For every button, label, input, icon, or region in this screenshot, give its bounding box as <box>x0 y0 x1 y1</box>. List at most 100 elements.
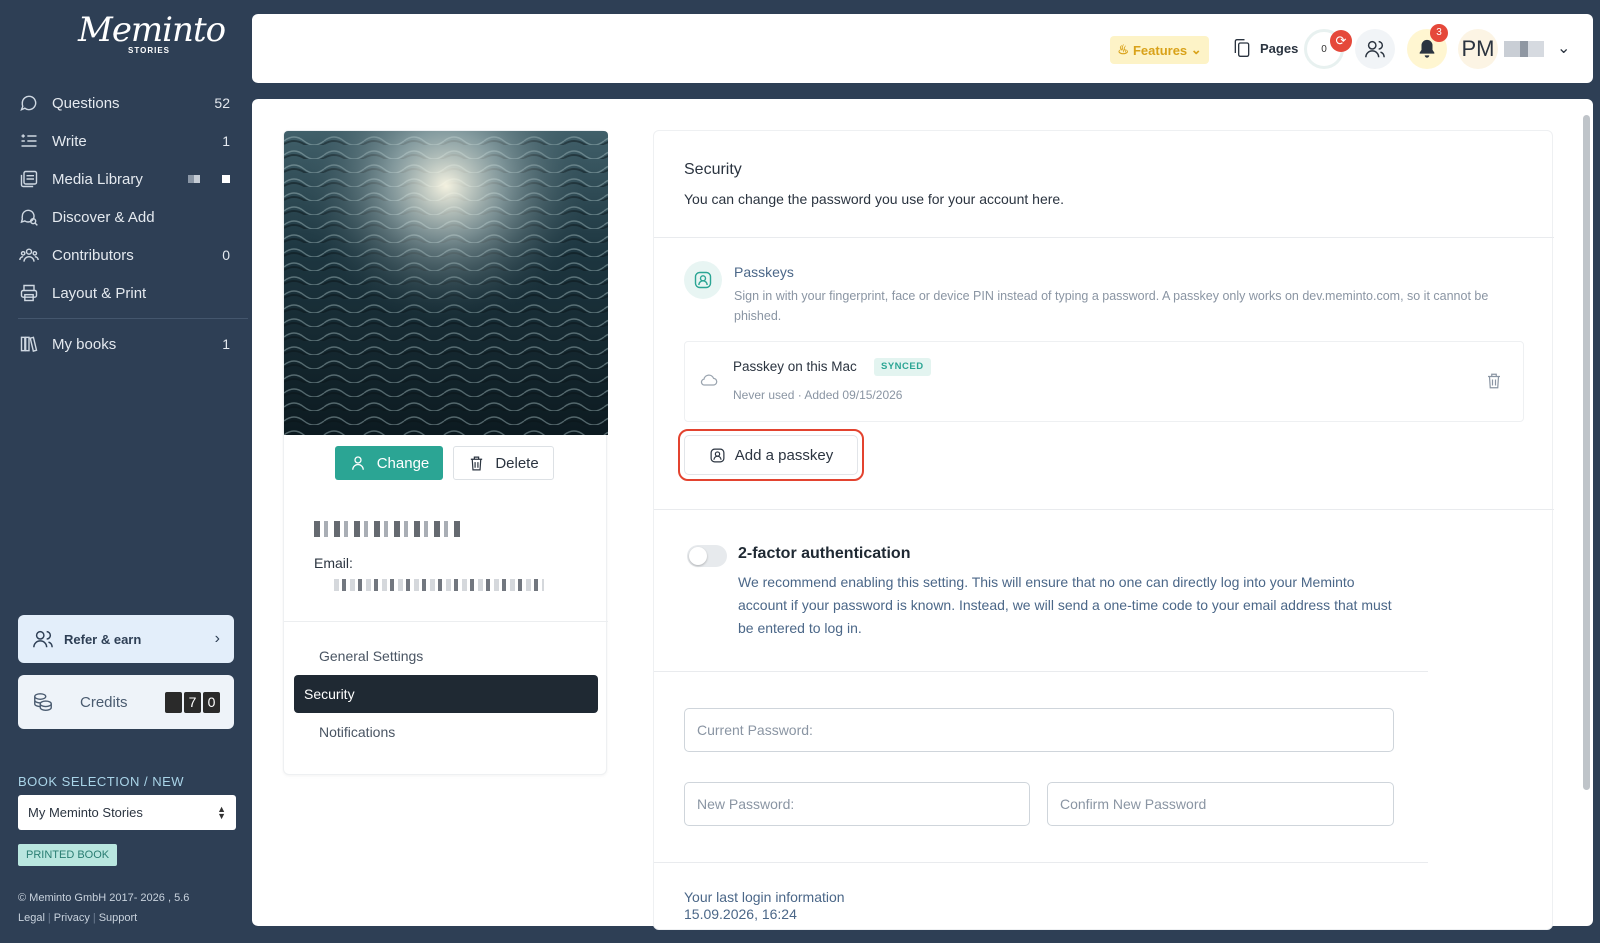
redacted-count <box>222 175 230 183</box>
support-link[interactable]: Support <box>99 912 138 924</box>
coins-icon <box>34 693 52 711</box>
sidebar-item-label: Questions <box>52 94 120 112</box>
pages-button[interactable]: Pages <box>1232 38 1298 58</box>
sidebar-item-count: 1 <box>222 336 230 352</box>
redacted-count <box>188 175 200 183</box>
sidebar-item-count: 52 <box>214 95 230 111</box>
scrollbar[interactable] <box>1583 115 1590 790</box>
sidebar-item-media-library[interactable]: Media Library <box>18 160 230 198</box>
redacted-username <box>1504 41 1544 57</box>
tab-notifications[interactable]: Notifications <box>294 713 598 751</box>
footer-links: Legal | Privacy | Support <box>18 912 138 924</box>
two-factor-toggle[interactable] <box>687 545 727 567</box>
contributors-icon <box>18 244 40 266</box>
sidebar-item-label: My books <box>52 335 117 353</box>
trash-icon <box>471 456 483 470</box>
divider <box>654 509 1554 510</box>
trash-icon[interactable] <box>1485 372 1503 395</box>
last-login: Your last login information 15.09.2026, … <box>684 889 845 923</box>
passkey-icon <box>710 448 725 462</box>
book-select-value: My Meminto Stories <box>28 805 143 820</box>
chat-question-icon <box>18 92 40 114</box>
top-bar: ♨ Features ⌄ Pages 0 ⟳ 3 PM ⌄ <box>252 14 1593 83</box>
print-icon <box>18 282 40 304</box>
book-select[interactable]: My Meminto Stories ▲ ▼ <box>18 795 236 830</box>
sidebar-item-label: Media Library <box>52 170 143 188</box>
add-passkey-button[interactable]: Add a passkey <box>678 429 864 481</box>
chevron-right-icon: › <box>214 630 220 647</box>
divider <box>654 862 1428 863</box>
avatar[interactable]: PM <box>1458 29 1498 69</box>
passkey-icon <box>684 261 722 299</box>
sidebar-item-layout-print[interactable]: Layout & Print <box>18 274 230 312</box>
sidebar-item-label: Discover & Add <box>52 208 155 226</box>
sidebar-item-count: 0 <box>222 247 230 263</box>
meminto-logo[interactable]: Meminto STORIES <box>78 10 226 58</box>
sidebar-item-write[interactable]: Write 1 <box>18 122 230 160</box>
settings-menu: General Settings Security Notifications <box>294 637 598 751</box>
refer-earn-button[interactable]: Refer & earn › <box>18 615 234 663</box>
sidebar-item-discover[interactable]: Discover & Add <box>18 198 230 236</box>
two-factor-title: 2-factor authentication <box>738 545 911 562</box>
users-icon <box>33 630 53 648</box>
contributors-button[interactable] <box>1355 29 1395 69</box>
profile-card: Change Delete Email: General Settings Se… <box>283 130 608 775</box>
credits-digit <box>165 691 182 713</box>
sidebar-item-questions[interactable]: Questions 52 <box>18 84 230 122</box>
sidebar-item-contributors[interactable]: Contributors 0 <box>18 236 230 274</box>
pages-icon <box>1234 39 1250 58</box>
printed-book-badge: PRINTED BOOK <box>18 844 118 866</box>
change-photo-button[interactable]: Change <box>335 446 443 480</box>
passkeys-title: Passkeys <box>734 264 794 280</box>
passkey-name: Passkey on this Mac <box>733 359 857 374</box>
passkey-entry: Passkey on this Mac SYNCED Never used · … <box>684 341 1524 422</box>
divider <box>654 237 1554 238</box>
logo-sub: STORIES <box>128 46 170 55</box>
sync-icon[interactable]: ⟳ <box>1330 30 1352 52</box>
books-icon <box>18 333 40 355</box>
last-login-label: Your last login information <box>684 889 845 905</box>
privacy-link[interactable]: Privacy <box>54 912 90 924</box>
profile-photo <box>284 131 608 435</box>
sidebar-item-label: Layout & Print <box>52 284 147 302</box>
write-icon <box>18 130 40 152</box>
discover-icon <box>18 206 40 228</box>
avatar-initials: PM <box>1461 36 1495 61</box>
divider <box>654 671 1428 672</box>
user-icon <box>351 456 364 470</box>
refer-earn-label: Refer & earn <box>64 631 142 647</box>
sidebar-item-count: 1 <box>222 133 230 149</box>
email-label: Email: <box>314 555 353 571</box>
current-password-input[interactable] <box>684 708 1394 752</box>
tab-security[interactable]: Security <box>294 675 598 713</box>
chevron-down-icon[interactable]: ⌄ <box>1557 38 1570 58</box>
two-factor-description: We recommend enabling this setting. This… <box>738 574 1392 636</box>
nav-divider <box>18 318 248 319</box>
security-title: Security <box>684 161 742 178</box>
sidebar-item-label: Contributors <box>52 246 134 264</box>
notifications-badge: 3 <box>1430 24 1448 42</box>
security-subtitle: You can change the password you use for … <box>684 191 1065 207</box>
features-button[interactable]: ♨ Features ⌄ <box>1110 36 1209 64</box>
select-arrows-icon: ▲ ▼ <box>217 803 226 821</box>
redacted-name <box>314 521 462 537</box>
book-selection-title: BOOK SELECTION / NEW <box>18 774 185 789</box>
redacted-email <box>334 579 544 591</box>
credits-label: Credits <box>80 693 128 711</box>
change-label: Change <box>376 454 430 472</box>
flame-icon: ♨ <box>1117 42 1129 57</box>
passkey-meta: Never used · Added 09/15/2026 <box>733 388 903 402</box>
delete-photo-button[interactable]: Delete <box>453 446 554 480</box>
copyright: © Meminto GmbH 2017- 2026 , 5.6 <box>18 892 190 904</box>
confirm-password-input[interactable] <box>1047 782 1394 826</box>
divider <box>284 621 608 622</box>
passkeys-description: Sign in with your fingerprint, face or d… <box>734 289 1489 323</box>
media-library-icon <box>18 168 40 190</box>
new-password-input[interactable] <box>684 782 1030 826</box>
sidebar-item-my-books[interactable]: My books 1 <box>18 325 230 363</box>
last-login-value: 15.09.2026, 16:24 <box>684 906 797 922</box>
credits-digit: 7 <box>184 691 201 713</box>
tab-general-settings[interactable]: General Settings <box>294 637 598 675</box>
legal-link[interactable]: Legal <box>18 912 45 924</box>
users-icon <box>1365 40 1385 58</box>
